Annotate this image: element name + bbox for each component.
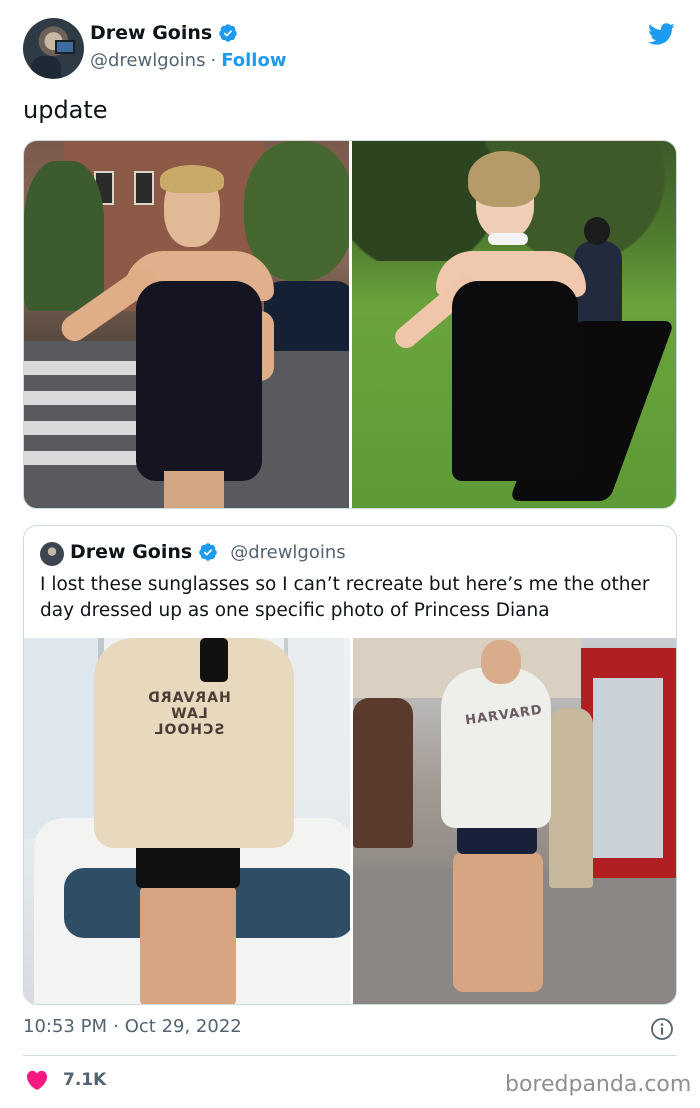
black-dress (136, 281, 262, 481)
background-woman (548, 708, 593, 888)
quoted-tweet-text: I lost these sunglasses so I can’t recre… (40, 574, 650, 621)
author-handle-row: @drewlgoins · Follow (90, 50, 286, 71)
tweet-photo-grid (23, 140, 677, 509)
footer-divider (23, 1055, 677, 1056)
boredpanda-watermark: boredpanda.com (505, 1072, 692, 1097)
tweet-time: 10:53 PM (23, 1016, 107, 1037)
person-legs (140, 886, 236, 1004)
sweatshirt-text-line-2: LAW SCHOOL (153, 706, 225, 738)
tweet-date: Oct 29, 2022 (124, 1016, 242, 1037)
diana-legs (452, 852, 543, 992)
author-name-row: Drew Goins (90, 22, 238, 44)
quoted-author-name: Drew Goins (70, 541, 193, 563)
photo-window (134, 171, 154, 205)
author-name[interactable]: Drew Goins (90, 22, 212, 44)
follow-button[interactable]: Follow (221, 50, 286, 71)
crosswalk-stripe (24, 361, 144, 375)
background-pedestrians (352, 698, 413, 848)
crosswalk-stripe (24, 391, 144, 405)
photo-tree (24, 161, 104, 311)
quoted-author-handle: @drewlgoins (230, 541, 346, 563)
author-avatar[interactable] (23, 18, 84, 79)
person-hair (160, 165, 224, 193)
diana-head (480, 640, 521, 684)
photo-diana-dress[interactable] (351, 141, 676, 508)
like-count: 7.1K (63, 1070, 107, 1090)
photographer-head (583, 217, 610, 245)
quoted-tweet[interactable]: Drew Goins @drewlgoins I lost these sung… (23, 525, 677, 1005)
sweatshirt-text: HARVARD LAW SCHOOL (139, 690, 239, 738)
tweet-card: Drew Goins @drewlgoins · Follow update D… (0, 0, 700, 1108)
phone-booth-glass (592, 678, 663, 858)
diana-hair (467, 151, 540, 207)
person-legs (164, 471, 224, 508)
diana-sweatshirt (440, 668, 551, 828)
sweatshirt-text-line-1: HARVARD (147, 690, 231, 706)
tweet-timestamp[interactable]: 10:53 PM · Oct 29, 2022 (23, 1016, 242, 1037)
photo-drew-harvard[interactable]: HARVARD LAW SCHOOL (24, 638, 350, 1004)
phone-in-hand (200, 638, 228, 682)
diana-shorts (456, 824, 537, 854)
verified-badge-icon (199, 543, 217, 561)
quoted-author-avatar (40, 542, 64, 566)
quoted-photo-grid: HARVARD LAW SCHOOL HARVARD (24, 638, 676, 1004)
photo-car (264, 281, 349, 351)
avatar-figure (31, 56, 61, 78)
quoted-author-row: Drew Goins @drewlgoins (70, 541, 346, 563)
handle-separator: · (210, 50, 217, 71)
heart-icon[interactable] (25, 1068, 49, 1092)
like-row[interactable]: 7.1K (25, 1068, 106, 1092)
photo-drew-dress[interactable] (24, 141, 349, 508)
avatar-monitor (55, 40, 75, 54)
author-handle[interactable]: @drewlgoins (90, 50, 205, 71)
crosswalk-stripe (24, 421, 144, 435)
photo-window (24, 638, 104, 838)
verified-badge-icon (219, 24, 237, 42)
twitter-bird-icon[interactable] (645, 20, 677, 48)
photo-diana-harvard[interactable]: HARVARD (352, 638, 676, 1004)
diana-black-dress (451, 281, 578, 481)
tweet-text: update (23, 96, 108, 124)
harvard-sweatshirt (94, 638, 294, 848)
pearl-choker (487, 233, 528, 245)
timestamp-separator: · (112, 1016, 119, 1037)
info-circle-icon[interactable] (650, 1017, 674, 1041)
